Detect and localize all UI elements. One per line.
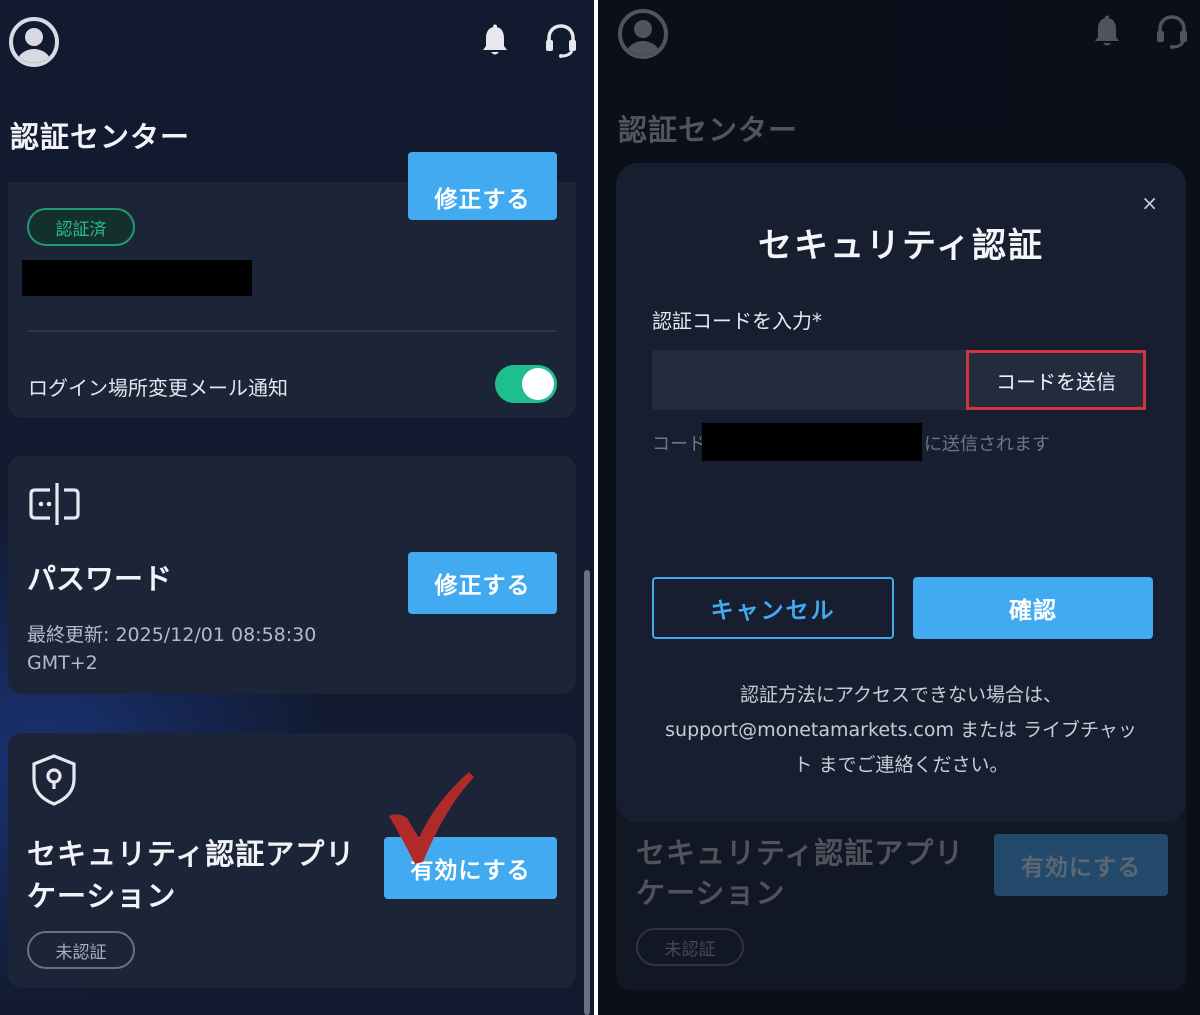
- scrollbar[interactable]: [584, 570, 590, 1015]
- password-last-updated: 最終更新: 2025/12/01 08:58:30: [27, 624, 317, 646]
- redacted-email: [22, 260, 252, 296]
- modify-password-button[interactable]: 修正する: [408, 552, 557, 614]
- close-icon[interactable]: ×: [1141, 191, 1158, 215]
- bell-icon[interactable]: [480, 24, 510, 58]
- divider: [27, 330, 557, 332]
- help-text: 認証方法にアクセスできない場合は、 support@monetamarkets.…: [646, 678, 1156, 783]
- user-circle-icon[interactable]: [9, 17, 59, 67]
- password-card: パスワード 修正する 最終更新: 2025/12/01 08:58:30 GMT…: [8, 456, 576, 694]
- unverified-badge: 未認証: [27, 931, 135, 969]
- confirm-button[interactable]: 確認: [913, 577, 1153, 639]
- cancel-button[interactable]: キャンセル: [652, 577, 894, 639]
- send-code-button[interactable]: コードを送信: [966, 350, 1146, 410]
- password-title: パスワード: [27, 562, 173, 596]
- verified-badge: 認証済: [27, 208, 135, 246]
- login-notification-toggle[interactable]: [495, 365, 557, 403]
- checkmark-icon: [389, 772, 474, 864]
- email-card: 修正する 認証済 ログイン場所変更メール通知: [8, 152, 576, 418]
- left-screen: 認証センター 修正する 認証済 ログイン場所変更メール通知 パスワード 修正する…: [0, 0, 594, 1015]
- password-timezone: GMT+2: [27, 652, 98, 674]
- code-hint-suffix: に送信されます: [924, 434, 1050, 455]
- security-app-title-line1: セキュリティ認証アプリ: [27, 837, 356, 871]
- headset-icon[interactable]: [543, 22, 579, 58]
- code-label: 認証コードを入力*: [652, 309, 822, 333]
- help-line-2[interactable]: support@monetamarkets.com または ライブチャッ: [646, 713, 1156, 748]
- code-hint-prefix: コード: [652, 434, 706, 455]
- help-line-1: 認証方法にアクセスできない場合は、: [739, 684, 1063, 706]
- redacted-email: [702, 423, 922, 461]
- password-field-icon: [29, 483, 80, 525]
- security-app-card: セキュリティ認証アプリ ケーション 有効にする 未認証: [8, 733, 576, 988]
- help-line-3: ト までご連絡ください。: [793, 754, 1009, 776]
- page-title: 認証センター: [10, 120, 191, 154]
- right-screen: 認証センター セキュリティ認証アプリ ケーション 有効にする 未認証 × セキュ…: [598, 0, 1200, 1015]
- modify-email-button[interactable]: 修正する: [408, 152, 557, 220]
- security-app-title-line2: ケーション: [27, 879, 177, 913]
- modal-title: セキュリティ認証: [758, 226, 1044, 266]
- security-verification-modal: × セキュリティ認証 認証コードを入力* コードを送信 コード に送信されます …: [616, 163, 1186, 823]
- shield-keyhole-icon: [32, 754, 76, 806]
- login-notification-label: ログイン場所変更メール通知: [28, 376, 288, 400]
